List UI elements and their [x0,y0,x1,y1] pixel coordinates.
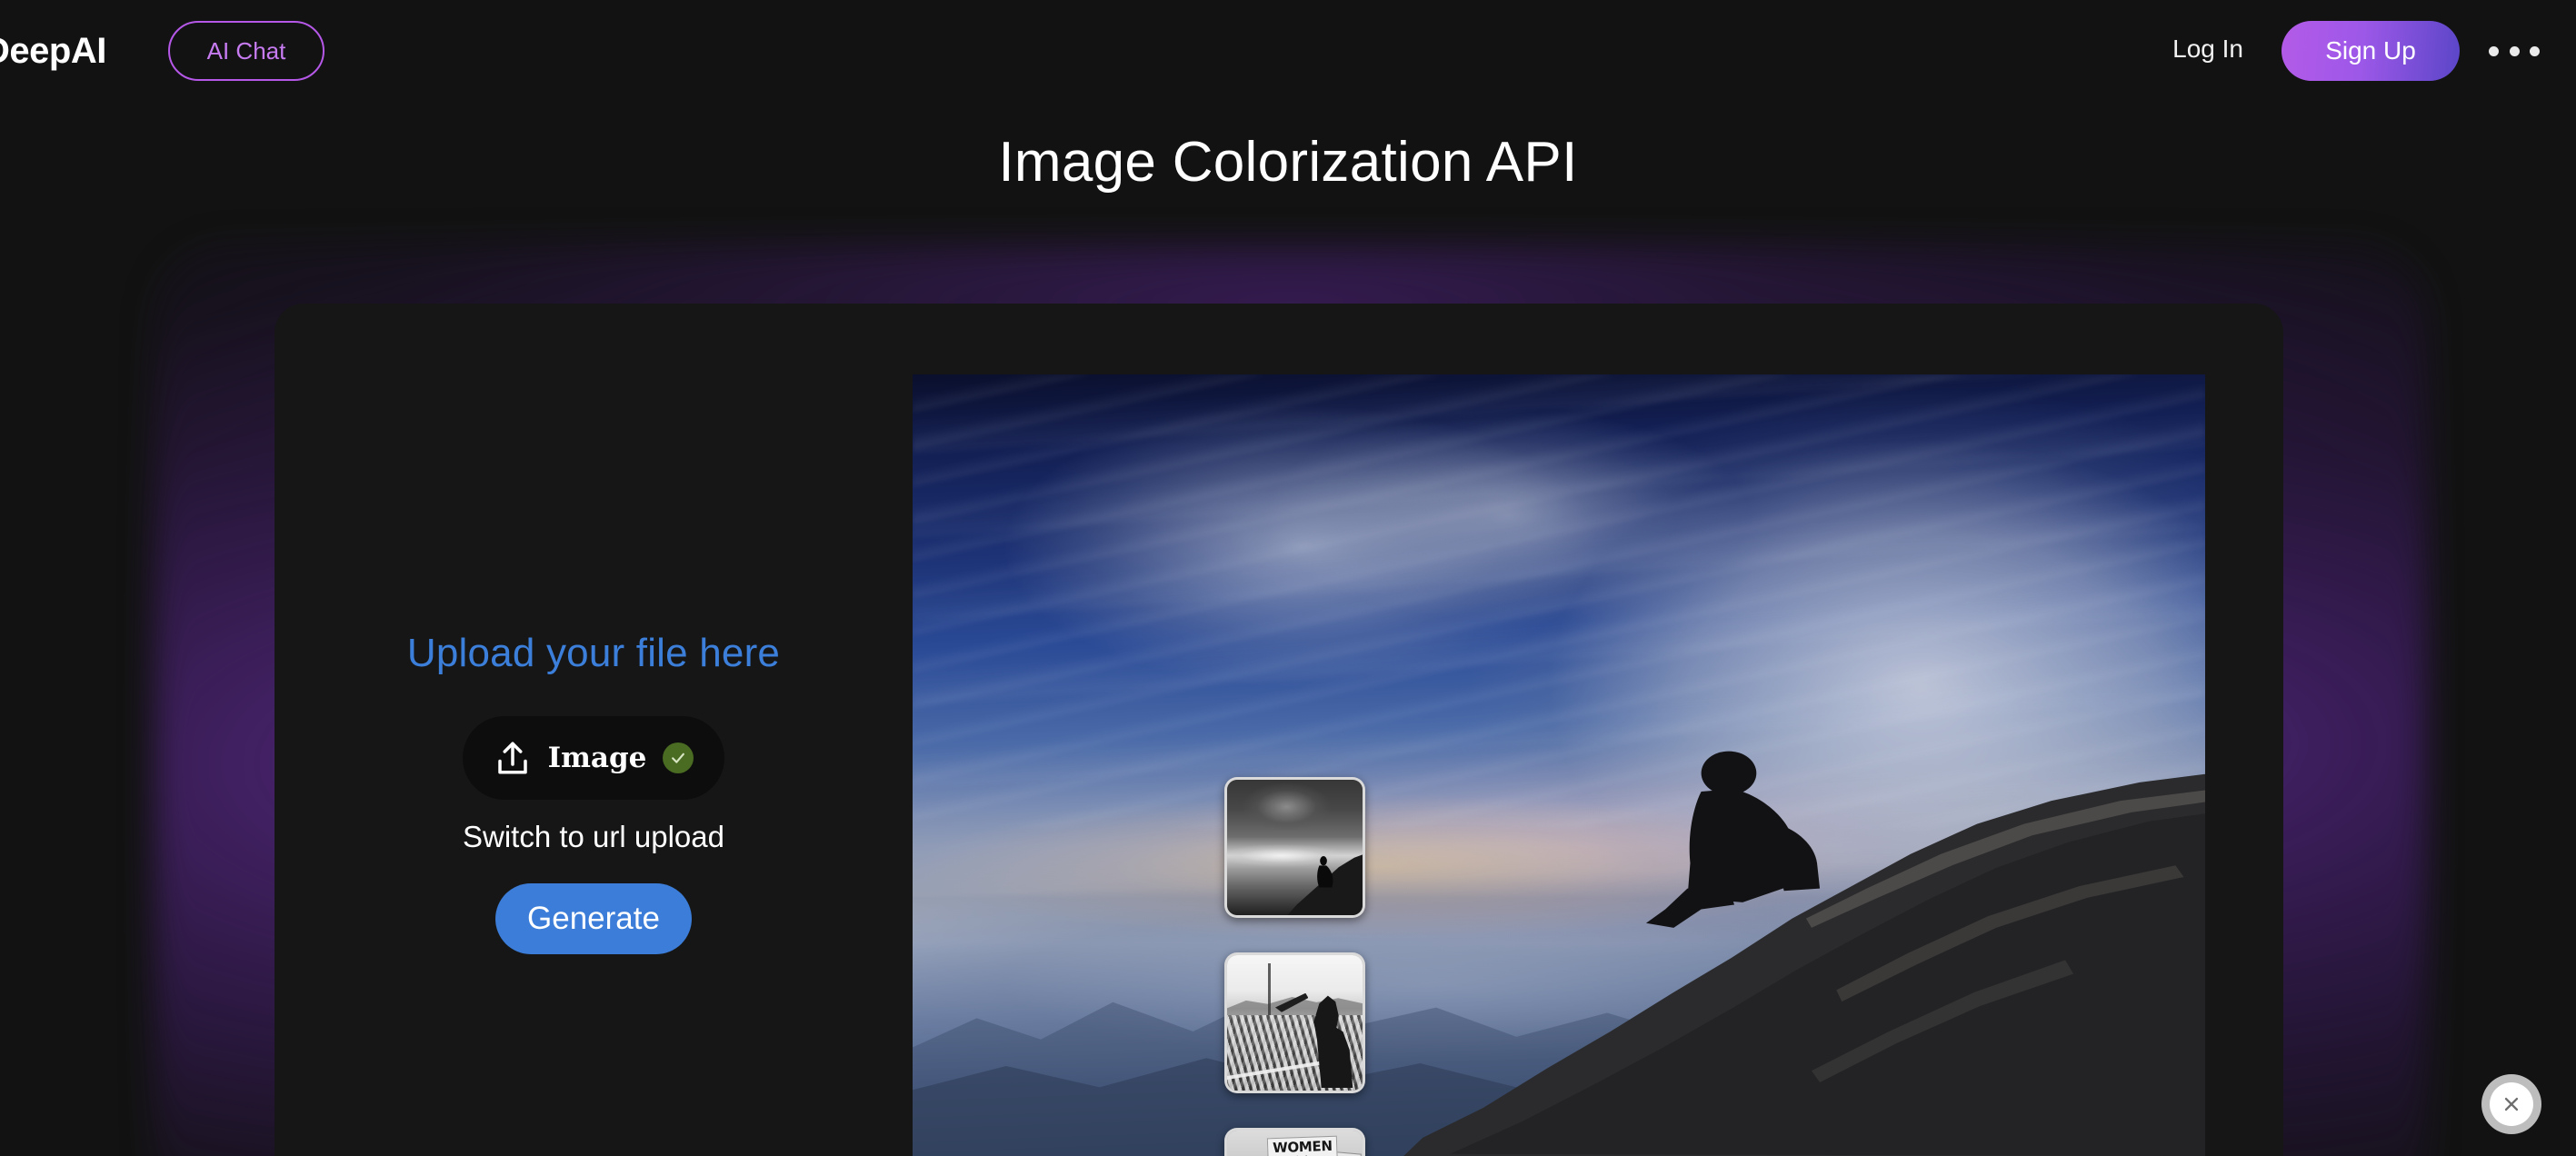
page-title: Image Colorization API [998,131,1578,194]
switch-to-url-upload-link[interactable]: Switch to url upload [463,820,724,854]
thumbnail-item[interactable]: WOMEN of the WORLD UNITE [1224,1128,1365,1156]
menu-dot [2509,45,2520,56]
thumbnail-item[interactable] [1224,952,1365,1093]
upload-icon [497,742,527,774]
brand-logo[interactable]: DeepAI [0,31,106,72]
result-image[interactable] [913,374,2205,1156]
signup-button[interactable]: Sign Up [2281,21,2460,81]
thumbnail-item[interactable] [1224,777,1365,918]
check-circle-icon [663,742,694,773]
menu-dot [2489,45,2499,56]
thumbnail-protest-sign: WOMEN of the WORLD UNITE [1266,1136,1340,1156]
thumbnail-cliff [1286,845,1363,915]
ai-chat-button[interactable]: AI Chat [168,21,324,81]
upload-heading: Upload your file here [406,631,781,675]
site-header: DeepAI AI Chat Log In Sign Up [0,0,2576,102]
colorized-photo [913,374,2205,1156]
close-circle-icon [2490,1082,2533,1126]
kebab-menu-icon[interactable] [2489,36,2540,65]
example-thumbnails: WOMEN of the WORLD UNITE [1224,777,1375,1156]
tool-card: Upload your file here Image Switch to ur… [275,304,2283,1156]
sign-line-1: WOMEN [1272,1138,1333,1156]
menu-dot [2530,45,2540,56]
generate-button[interactable]: Generate [495,883,692,954]
upload-panel: Upload your file here Image Switch to ur… [275,304,913,1156]
file-type-label: Image [547,742,647,774]
file-upload-button[interactable]: Image [463,716,724,800]
login-link[interactable]: Log In [2172,35,2243,64]
close-overlay-button[interactable] [2481,1074,2541,1134]
